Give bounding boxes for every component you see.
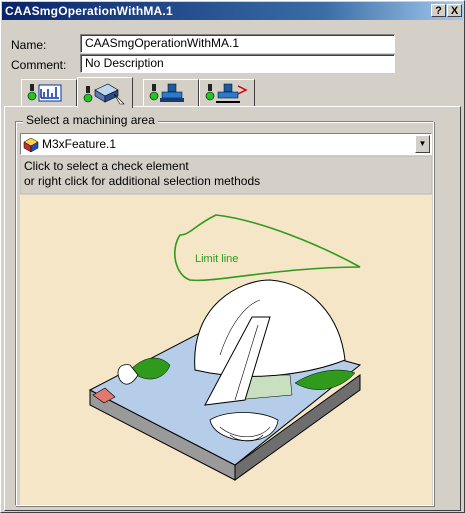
name-label: Name: [11, 38, 47, 52]
machining-area-combo[interactable]: M3xFeature.1 ▼ [20, 133, 432, 155]
selection-hint: Click to select a check element or right… [20, 156, 432, 194]
hint-line-2: or right click for additional selection … [24, 174, 261, 188]
feeds-speeds-icon [205, 83, 248, 103]
name-field[interactable]: CAASmgOperationWithMA.1 [80, 34, 395, 53]
tool-icon [149, 83, 184, 102]
strategy-parameters-icon [27, 84, 62, 102]
limit-line-curve [174, 214, 361, 282]
chevron-down-icon[interactable]: ▼ [415, 135, 430, 153]
dialog-window: CAASmgOperationWithMA.1 ? X Name: CAASmg… [0, 0, 465, 513]
hint-line-1: Click to select a check element [24, 159, 189, 173]
comment-label: Comment: [11, 58, 67, 72]
machining-area-value: M3xFeature.1 [42, 137, 117, 151]
comment-field[interactable]: No Description [80, 54, 395, 73]
help-button[interactable]: ? [431, 4, 446, 17]
tab-feeds-speeds[interactable] [199, 79, 255, 106]
tab-geometry[interactable] [77, 77, 133, 108]
title-bar[interactable]: CAASmgOperationWithMA.1 ? X [2, 2, 463, 20]
feature-icon [23, 137, 39, 153]
tab-strategy[interactable] [21, 79, 77, 106]
machining-area-group-title: Select a machining area [23, 113, 158, 127]
window-title: CAASmgOperationWithMA.1 [5, 4, 173, 18]
tab-tool[interactable] [143, 79, 199, 106]
limit-line-label: Limit line [195, 253, 238, 265]
machining-illustration: Limit line [20, 195, 432, 505]
geometry-icon [83, 83, 125, 105]
close-button[interactable]: X [447, 4, 462, 17]
